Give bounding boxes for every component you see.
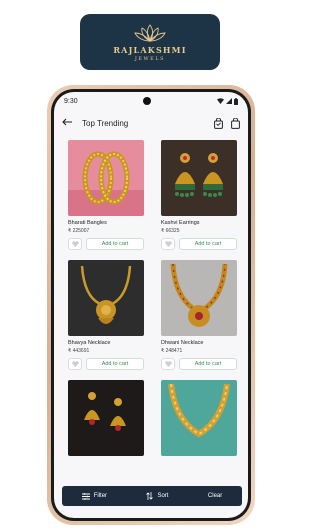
filter-sort-bar: Filter Sort Clear [62,486,242,506]
product-card[interactable]: Bharati Bangles ₹ 225007 Add to cart [68,140,144,250]
product-image-earrings[interactable] [161,140,237,216]
product-image-necklace[interactable] [161,380,237,456]
product-name: Dhwani Necklace [161,340,204,346]
wishlist-button[interactable] [68,238,82,250]
battery-icon [234,97,238,105]
add-to-cart-button[interactable]: Add to cart [86,358,144,370]
product-image-jhumka[interactable] [68,380,144,456]
add-to-cart-button[interactable]: Add to cart [179,238,237,250]
heart-icon [164,361,172,367]
product-card[interactable] [68,380,144,460]
back-arrow-icon[interactable] [62,117,78,129]
product-image-necklace[interactable] [68,260,144,336]
add-to-cart-button[interactable]: Add to cart [179,358,237,370]
brand-logo: RAJLAKSHMI JEWELS [80,14,220,70]
filter-icon [81,492,90,500]
heart-icon [164,241,172,247]
product-card[interactable]: Kashvi Earrings ₹ 66325 Add to cart [161,140,237,250]
product-name: Bhavya Necklace [68,340,111,346]
clear-button[interactable]: Clear [208,493,222,499]
camera-cutout [143,97,152,105]
sort-label: Sort [157,493,169,499]
product-image-bangles[interactable] [68,140,144,216]
product-image-necklace[interactable] [161,260,237,336]
app-screen: 9:30 Top Trending Bharati Bangles ₹ 2250… [54,92,248,518]
cart-bag-icon[interactable] [231,117,240,129]
add-to-cart-button[interactable]: Add to cart [86,238,144,250]
heart-icon [71,241,79,247]
product-price: ₹ 248471 [161,348,183,354]
phone-frame: 9:30 Top Trending Bharati Bangles ₹ 2250… [47,85,255,525]
product-name: Bharati Bangles [68,220,107,226]
wishlist-button[interactable] [161,238,175,250]
product-card[interactable] [161,380,237,460]
filter-button[interactable]: Filter [81,492,108,500]
wifi-icon [217,98,224,104]
product-card[interactable]: Bhavya Necklace ₹ 443691 Add to cart [68,260,144,370]
product-price: ₹ 66325 [161,228,180,234]
wishlist-button[interactable] [68,358,82,370]
sort-button[interactable]: Sort [146,492,168,500]
status-time: 9:30 [64,97,78,105]
product-name: Kashvi Earrings [161,220,200,226]
status-bar: 9:30 [54,92,248,110]
heart-icon [71,361,79,367]
filter-label: Filter [93,493,108,499]
product-price: ₹ 443691 [68,348,90,354]
signal-icon [226,98,232,104]
lotus-icon [134,23,166,42]
sort-icon [146,492,154,500]
page-title: Top Trending [82,118,129,128]
clear-label: Clear [207,493,223,499]
product-price: ₹ 225007 [68,228,90,234]
app-header: Top Trending [54,110,248,136]
brand-tagline: JEWELS [134,55,166,62]
product-grid: Bharati Bangles ₹ 225007 Add to cart Kas… [54,136,248,460]
wishlist-button[interactable] [161,358,175,370]
shopping-bag-icon[interactable] [214,117,223,129]
brand-name: RAJLAKSHMI [113,44,187,55]
product-card[interactable]: Dhwani Necklace ₹ 248471 Add to cart [161,260,237,370]
